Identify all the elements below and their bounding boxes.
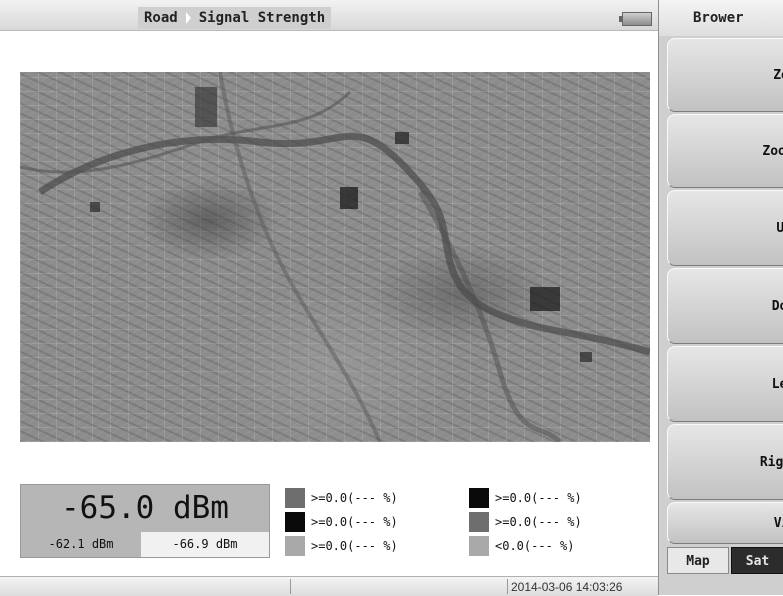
view-button[interactable]: View bbox=[667, 502, 783, 544]
right-label: Right bbox=[759, 454, 783, 470]
right-button[interactable]: Right bbox=[667, 424, 783, 500]
legend-label: >=0.0(--- %) bbox=[311, 515, 398, 529]
legend-label: >=0.0(--- %) bbox=[311, 491, 398, 505]
min-signal-value: -62.1 dBm bbox=[21, 532, 141, 557]
legend-item: >=0.0(--- %) bbox=[285, 512, 398, 532]
signal-readout: -65.0 dBm -62.1 dBm -66.9 dBm bbox=[20, 484, 270, 558]
legend-swatch bbox=[469, 488, 489, 508]
left-button[interactable]: Left bbox=[667, 346, 783, 422]
legend-swatch bbox=[285, 488, 305, 508]
left-label: Left bbox=[771, 376, 783, 392]
zoom-out-label: Zoom Out bbox=[762, 143, 783, 159]
legend-label: >=0.0(--- %) bbox=[311, 539, 398, 553]
up-label: Up bbox=[668, 221, 783, 236]
legend-item: <0.0(--- %) bbox=[469, 536, 574, 556]
up-button[interactable]: Up bbox=[667, 190, 783, 266]
breadcrumb-mode[interactable]: Road bbox=[138, 7, 184, 29]
view-label: View bbox=[773, 515, 783, 531]
title-bar: Road Signal Strength bbox=[0, 0, 658, 31]
map-view-toggle[interactable]: Map bbox=[667, 547, 729, 574]
breadcrumb-separator-icon bbox=[183, 7, 193, 29]
zoom-out-button[interactable]: Zoom Out bbox=[667, 114, 783, 188]
status-datetime: 2014-03-06 14:03:26 bbox=[511, 580, 623, 594]
legend-swatch bbox=[285, 512, 305, 532]
legend-label: >=0.0(--- %) bbox=[495, 491, 582, 505]
breadcrumb-measurement[interactable]: Signal Strength bbox=[192, 7, 332, 29]
zoom-in-label: Zoom In bbox=[773, 67, 783, 83]
map-features bbox=[20, 72, 650, 442]
status-divider bbox=[290, 579, 291, 594]
legend-label: >=0.0(--- %) bbox=[495, 515, 582, 529]
zoom-in-button[interactable]: Zoom In bbox=[667, 38, 783, 112]
max-signal-value: -66.9 dBm bbox=[141, 532, 269, 557]
status-divider bbox=[507, 579, 508, 594]
legend-swatch bbox=[469, 512, 489, 532]
softkey-panel: Brower Zoom In Zoom Out Up Down Left Rig… bbox=[658, 0, 783, 595]
battery-icon bbox=[619, 12, 652, 26]
legend-item: >=0.0(--- %) bbox=[469, 512, 582, 532]
satellite-map[interactable] bbox=[20, 72, 650, 442]
satellite-view-toggle[interactable]: Sat bbox=[731, 547, 783, 574]
legend-label: <0.0(--- %) bbox=[495, 539, 575, 553]
breadcrumb: Road Signal Strength bbox=[138, 7, 332, 29]
legend-item: >=0.0(--- %) bbox=[285, 536, 398, 556]
legend-swatch bbox=[285, 536, 305, 556]
legend-item: >=0.0(--- %) bbox=[285, 488, 398, 508]
legend-item: >=0.0(--- %) bbox=[469, 488, 582, 508]
softkey-menu-title: Brower bbox=[659, 0, 783, 36]
down-label: Down bbox=[771, 298, 783, 314]
status-bar: 2014-03-06 14:03:26 bbox=[0, 576, 658, 596]
current-signal-value: -65.0 dBm bbox=[21, 485, 269, 532]
legend-swatch bbox=[469, 536, 489, 556]
down-button[interactable]: Down bbox=[667, 268, 783, 344]
